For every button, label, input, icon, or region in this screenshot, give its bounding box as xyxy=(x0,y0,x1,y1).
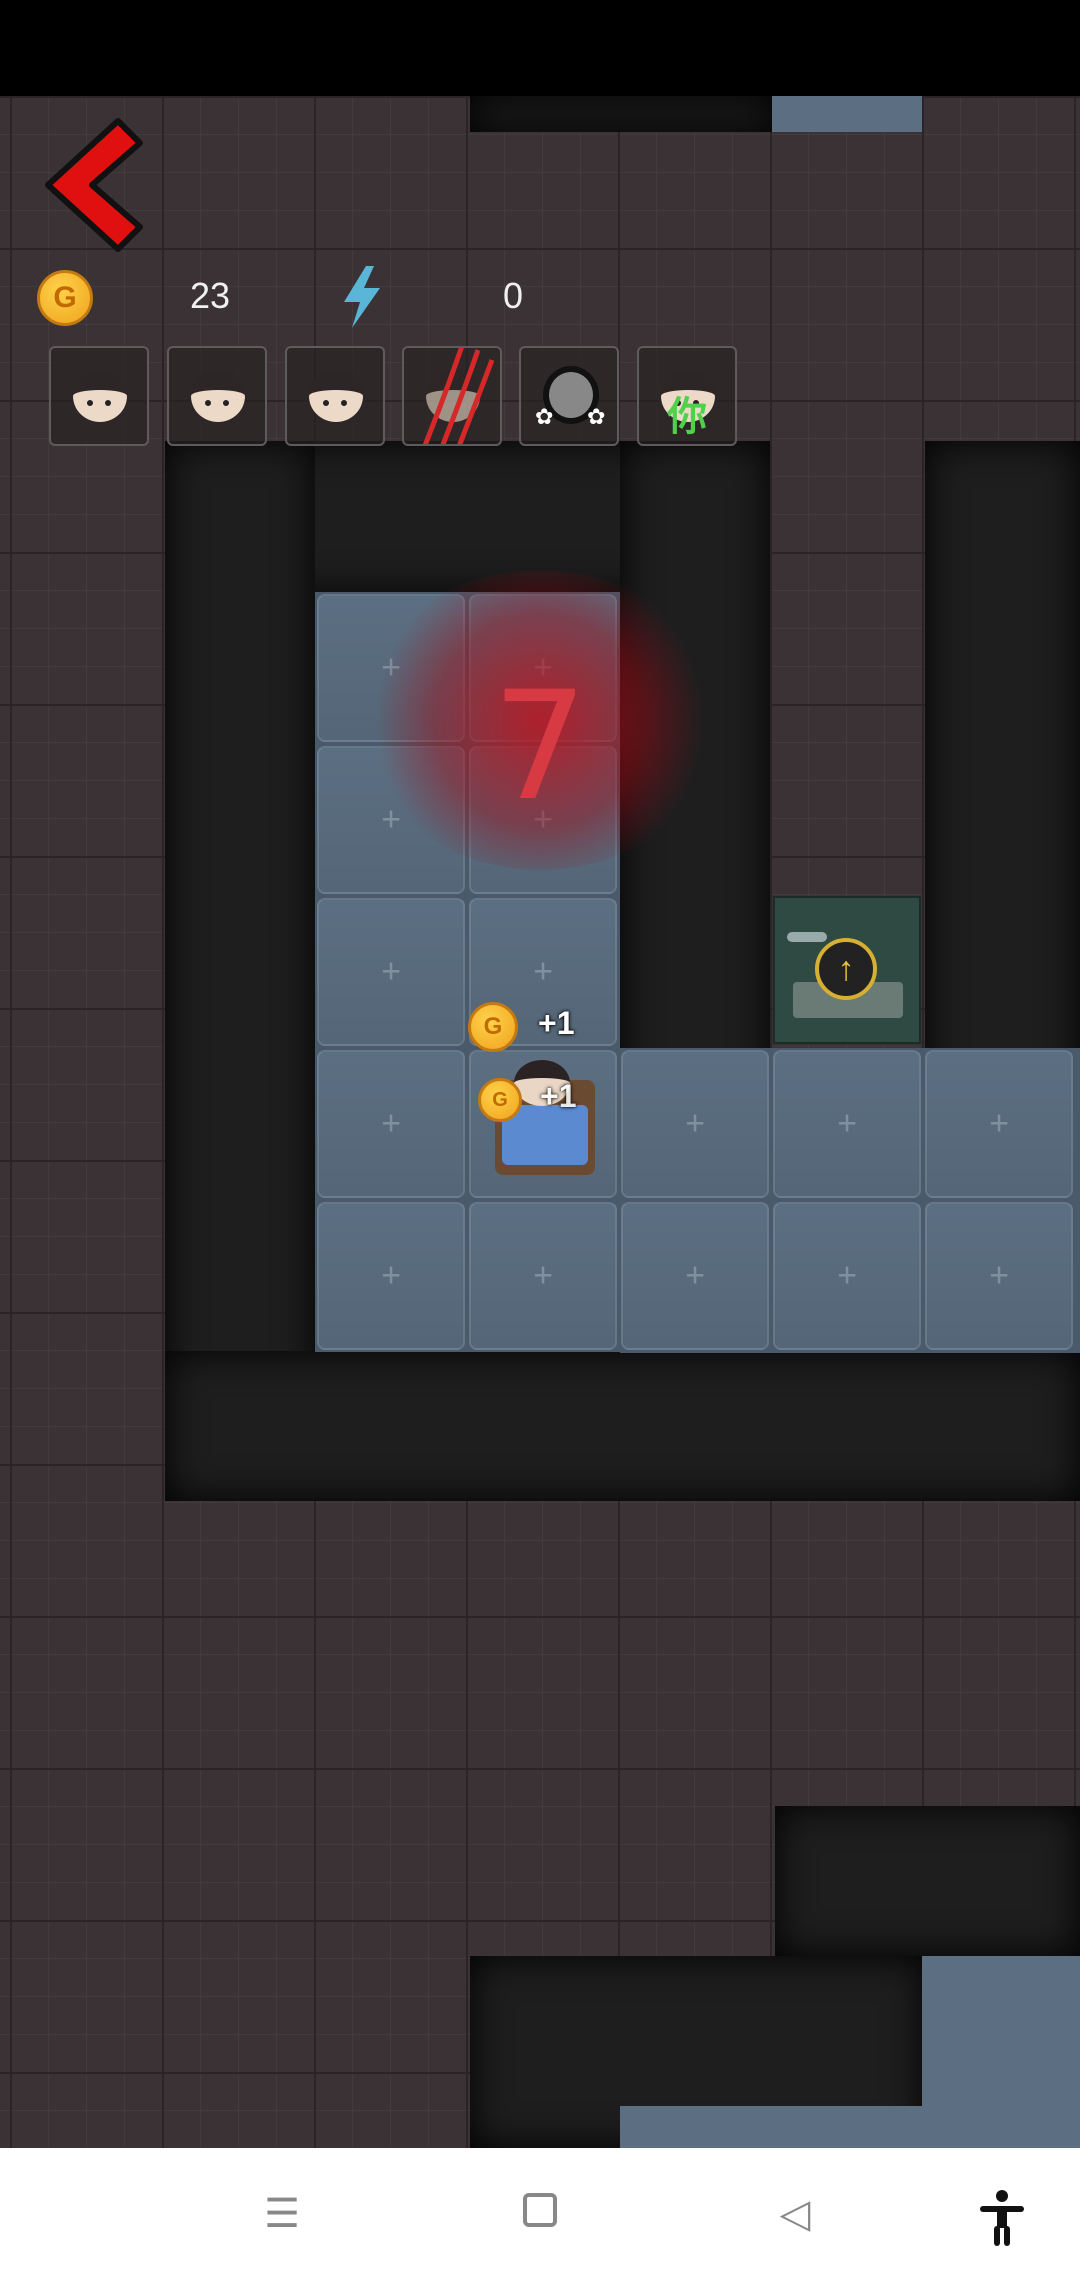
girl-avatar-icon xyxy=(309,370,363,422)
back-triangle-icon[interactable]: ◁ xyxy=(765,2188,825,2240)
player-portrait-you[interactable]: 你 xyxy=(637,346,737,446)
floor-tile[interactable] xyxy=(621,1050,769,1198)
claw-marks-icon xyxy=(422,348,495,444)
player-portrait-2[interactable] xyxy=(167,346,267,446)
ghost-portrait[interactable]: ✿ ✿ xyxy=(519,346,619,446)
gold-coin-icon: G xyxy=(37,270,93,326)
gold-gain-label: +1 xyxy=(538,1005,575,1041)
status-bar xyxy=(0,0,1080,96)
bow-icon: ✿ xyxy=(535,404,554,429)
dark-corridor-left xyxy=(165,441,315,1501)
dark-corridor-right xyxy=(925,441,1080,1141)
lightning-icon xyxy=(344,266,380,328)
floor-tile-top xyxy=(772,96,922,132)
girl-avatar-icon xyxy=(191,370,245,422)
you-label: 你 xyxy=(667,394,707,440)
dark-corridor-lower-right xyxy=(775,1806,1080,1956)
arrow-up-icon[interactable]: ↑ xyxy=(815,938,877,1000)
player-portrait-4[interactable] xyxy=(402,346,502,446)
upgrade-door[interactable]: ↑ xyxy=(773,896,921,1044)
back-button[interactable] xyxy=(40,115,150,255)
floor-tile[interactable] xyxy=(621,1202,769,1350)
menu-icon[interactable]: ☰ xyxy=(252,2188,312,2240)
floor-tile[interactable] xyxy=(925,1202,1073,1350)
floor-tile-bottom xyxy=(620,2106,1080,2148)
floor-tile[interactable] xyxy=(317,1050,465,1198)
system-nav-bar: ☰ ◁ xyxy=(0,2148,1080,2280)
floor-tile[interactable] xyxy=(317,1202,465,1350)
gold-coin-icon: G xyxy=(478,1078,522,1122)
key-icon xyxy=(787,932,827,942)
gold-count: 23 xyxy=(190,275,231,316)
energy-count: 0 xyxy=(503,275,524,316)
floor-tile[interactable] xyxy=(925,1050,1073,1198)
gold-gain-label: +1 xyxy=(540,1078,577,1114)
chevron-left-icon xyxy=(45,118,143,252)
gold-coin-icon: G xyxy=(468,1002,518,1052)
dark-corridor-topstrip xyxy=(470,96,775,132)
dark-corridor-bottom xyxy=(165,1351,1080,1501)
floor-tile[interactable] xyxy=(469,1202,617,1350)
bow-icon: ✿ xyxy=(587,404,606,429)
floor-tile[interactable] xyxy=(317,898,465,1046)
countdown-number: 7 xyxy=(492,660,588,834)
player-portrait-3[interactable] xyxy=(285,346,385,446)
girl-avatar-icon xyxy=(73,370,127,422)
accessibility-icon[interactable] xyxy=(972,2188,1032,2246)
floor-tile[interactable] xyxy=(773,1202,921,1350)
player-portrait-1[interactable] xyxy=(49,346,149,446)
home-icon[interactable] xyxy=(510,2188,570,2240)
floor-tile[interactable] xyxy=(773,1050,921,1198)
floor-tile-lower-right xyxy=(922,1956,1080,2106)
